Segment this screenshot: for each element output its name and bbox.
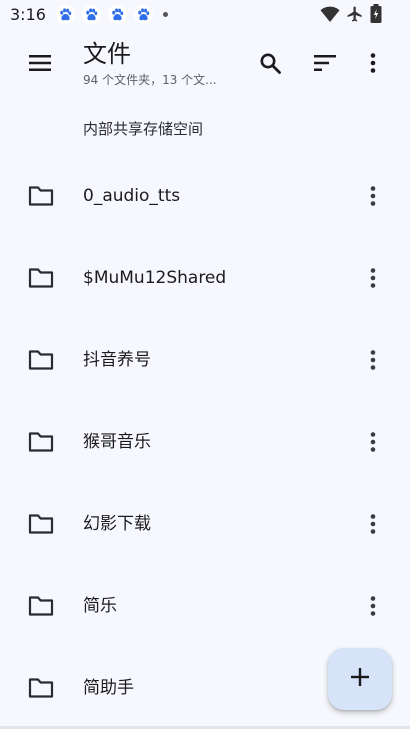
add-fab-button[interactable] <box>328 648 392 710</box>
sort-icon <box>314 55 336 75</box>
file-name: 简助手 <box>83 678 134 698</box>
list-item[interactable]: 0_audio_tts <box>0 155 410 237</box>
file-name: 抖音养号 <box>83 350 151 370</box>
add-icon <box>350 667 370 691</box>
folder-icon <box>28 349 54 371</box>
file-name: 0_audio_tts <box>83 186 181 206</box>
search-button[interactable] <box>250 45 290 85</box>
more-notifications-dot-icon <box>162 11 168 17</box>
list-item[interactable]: 简乐 <box>0 565 410 647</box>
file-manager-screen: 3:16 文件 94 个文件夹，13 个文... 内部共享存储空间 0_audi… <box>0 0 410 729</box>
more-vert-icon <box>370 350 376 370</box>
more-vert-icon <box>370 596 376 616</box>
more-options-button[interactable] <box>353 45 393 85</box>
item-more-button[interactable] <box>356 261 390 295</box>
airplane-icon <box>346 5 364 27</box>
list-item[interactable]: 猴哥音乐 <box>0 401 410 483</box>
baidu-paw-icon <box>107 4 127 24</box>
folder-icon <box>28 267 54 289</box>
folder-count-subtitle: 94 个文件夹，13 个文... <box>83 73 217 87</box>
storage-location-label: 内部共享存储空间 <box>83 120 204 138</box>
item-more-button[interactable] <box>356 343 390 377</box>
baidu-paw-icon <box>133 4 153 24</box>
list-item[interactable]: 抖音养号 <box>0 319 410 401</box>
more-vert-icon <box>370 186 376 206</box>
file-name: 幻影下载 <box>83 514 151 534</box>
app-bar: 文件 94 个文件夹，13 个文... <box>0 28 410 100</box>
status-icons <box>320 4 382 27</box>
search-icon <box>260 53 281 78</box>
folder-icon <box>28 185 54 207</box>
menu-icon <box>29 55 51 75</box>
page-title: 文件 <box>83 40 131 68</box>
status-time: 3:16 <box>10 4 46 24</box>
file-name: $MuMu12Shared <box>83 268 227 288</box>
item-more-button[interactable] <box>356 589 390 623</box>
folder-icon <box>28 595 54 617</box>
status-bar: 3:16 <box>0 0 410 28</box>
folder-icon <box>28 513 54 535</box>
battery-icon <box>370 4 382 27</box>
folder-icon <box>28 431 54 453</box>
folder-icon <box>28 677 54 699</box>
baidu-paw-icon <box>81 4 101 24</box>
more-vert-icon <box>370 432 376 452</box>
menu-button[interactable] <box>20 45 60 85</box>
wifi-icon <box>320 5 340 27</box>
more-vert-icon <box>370 514 376 534</box>
file-name: 简乐 <box>83 596 117 616</box>
item-more-button[interactable] <box>356 425 390 459</box>
sort-button[interactable] <box>305 45 345 85</box>
baidu-paw-icon <box>55 4 75 24</box>
item-more-button[interactable] <box>356 179 390 213</box>
list-item[interactable]: 幻影下载 <box>0 483 410 565</box>
more-vert-icon <box>370 53 376 77</box>
item-more-button[interactable] <box>356 507 390 541</box>
list-item[interactable]: $MuMu12Shared <box>0 237 410 319</box>
file-list: 0_audio_tts $MuMu12Shared 抖音养号 猴哥音乐 幻影下载… <box>0 155 410 729</box>
file-name: 猴哥音乐 <box>83 432 151 452</box>
more-vert-icon <box>370 268 376 288</box>
